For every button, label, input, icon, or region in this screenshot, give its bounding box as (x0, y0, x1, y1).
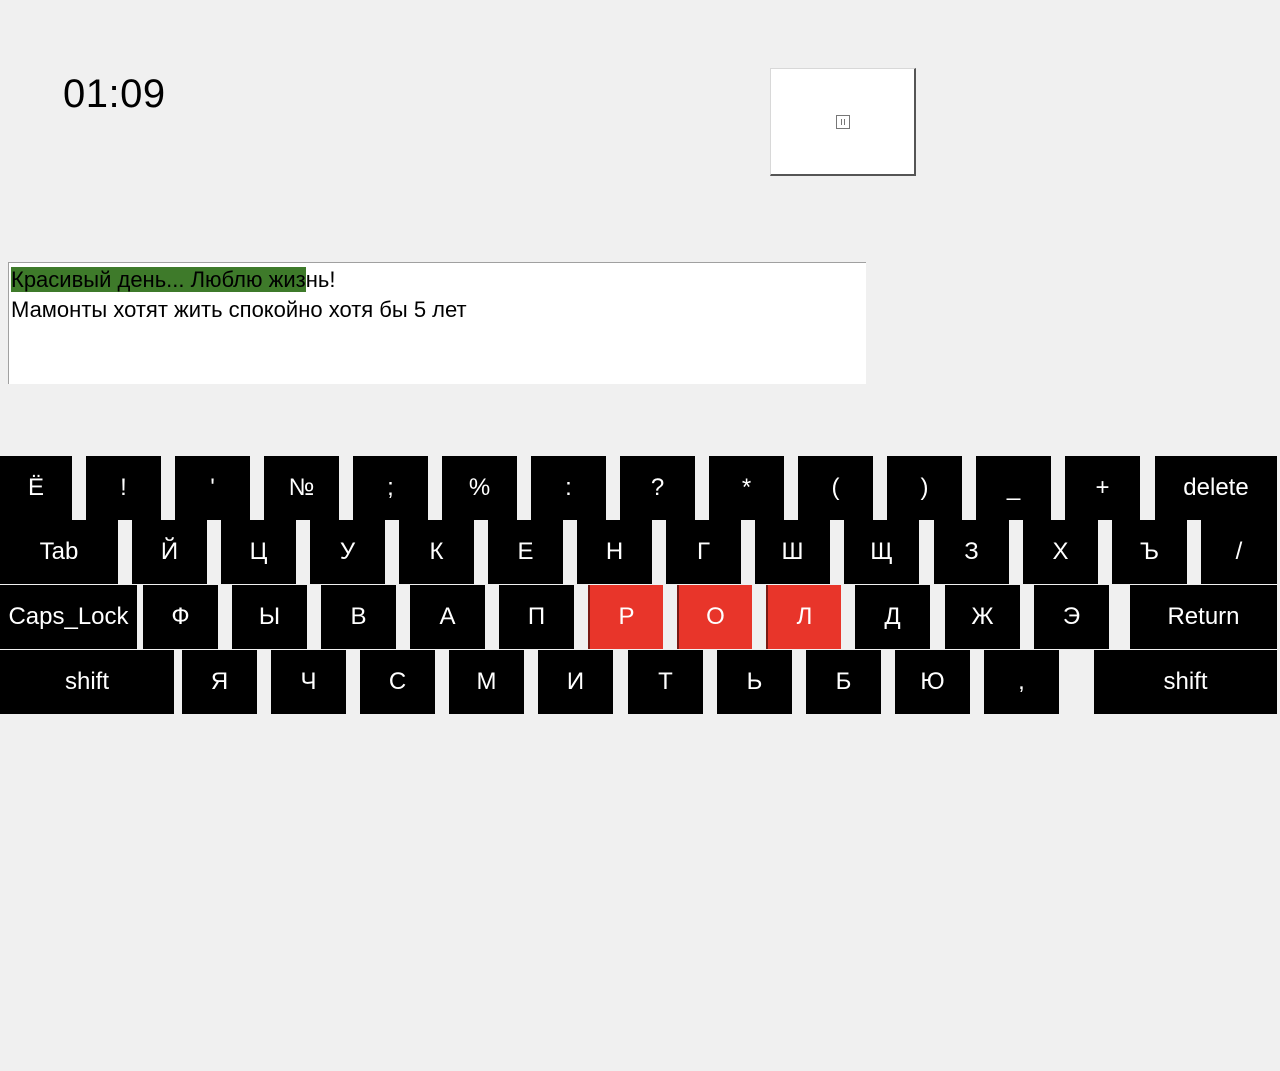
text-display: Красивый день... Люблю жизнь! Мамонты хо… (8, 262, 866, 384)
key-question[interactable]: ? (620, 456, 695, 520)
key-p[interactable]: П (499, 585, 574, 649)
key-yo[interactable]: Ё (0, 456, 72, 520)
timer: 01:09 (63, 72, 166, 116)
key-g[interactable]: Г (666, 520, 741, 584)
key-ts[interactable]: Ц (221, 520, 296, 584)
key-return[interactable]: Return (1130, 585, 1277, 649)
key-slash[interactable]: / (1201, 520, 1277, 584)
key-n[interactable]: Н (577, 520, 652, 584)
key-semicolon[interactable]: ; (353, 456, 428, 520)
key-kh[interactable]: Х (1023, 520, 1098, 584)
key-d[interactable]: Д (855, 585, 930, 649)
key-s[interactable]: С (360, 650, 435, 714)
key-e[interactable]: Е (488, 520, 563, 584)
key-shift-right[interactable]: shift (1094, 650, 1277, 714)
text-line-2: Мамонты хотят жить спокойно хотя бы 5 ле… (11, 297, 467, 322)
key-soft-sign[interactable]: Ь (717, 650, 792, 714)
key-m[interactable]: М (449, 650, 524, 714)
key-asterisk[interactable]: * (709, 456, 784, 520)
text-line-1: Красивый день... Люблю жизнь! (11, 265, 864, 295)
key-paren-left[interactable]: ( (798, 456, 873, 520)
key-plus[interactable]: + (1065, 456, 1140, 520)
key-e-oborotnoe[interactable]: Э (1034, 585, 1109, 649)
key-k[interactable]: К (399, 520, 474, 584)
key-f[interactable]: Ф (143, 585, 218, 649)
key-b[interactable]: Б (806, 650, 881, 714)
key-colon[interactable]: : (531, 456, 606, 520)
key-v[interactable]: В (321, 585, 396, 649)
key-o[interactable]: О (677, 585, 752, 649)
untyped-text: нь! (305, 267, 336, 292)
key-i[interactable]: И (538, 650, 613, 714)
key-delete[interactable]: delete (1155, 456, 1277, 520)
key-numero[interactable]: № (264, 456, 339, 520)
key-ch[interactable]: Ч (271, 650, 346, 714)
key-t[interactable]: Т (628, 650, 703, 714)
key-z[interactable]: З (934, 520, 1009, 584)
key-apostrophe[interactable]: ' (175, 456, 250, 520)
key-u[interactable]: У (310, 520, 385, 584)
key-a[interactable]: А (410, 585, 485, 649)
key-paren-right[interactable]: ) (887, 456, 962, 520)
key-shift-left[interactable]: shift (0, 650, 174, 714)
key-exclamation[interactable]: ! (86, 456, 161, 520)
key-y[interactable]: Ы (232, 585, 307, 649)
key-l[interactable]: Л (766, 585, 841, 649)
key-comma[interactable]: , (984, 650, 1059, 714)
key-r[interactable]: Р (588, 585, 663, 649)
key-caps-lock[interactable]: Caps_Lock (0, 585, 137, 649)
key-percent[interactable]: % (442, 456, 517, 520)
pause-button[interactable] (770, 68, 916, 176)
key-ya[interactable]: Я (182, 650, 257, 714)
key-hard-sign[interactable]: Ъ (1112, 520, 1187, 584)
key-ii-kratkoe[interactable]: Й (132, 520, 207, 584)
typed-text: Красивый день... Люблю жиз (11, 267, 306, 292)
key-yu[interactable]: Ю (895, 650, 970, 714)
key-sh[interactable]: Ш (755, 520, 830, 584)
pause-icon (835, 114, 850, 129)
key-underscore[interactable]: _ (976, 456, 1051, 520)
key-tab[interactable]: Tab (0, 520, 118, 584)
key-zh[interactable]: Ж (945, 585, 1020, 649)
key-shch[interactable]: Щ (844, 520, 919, 584)
